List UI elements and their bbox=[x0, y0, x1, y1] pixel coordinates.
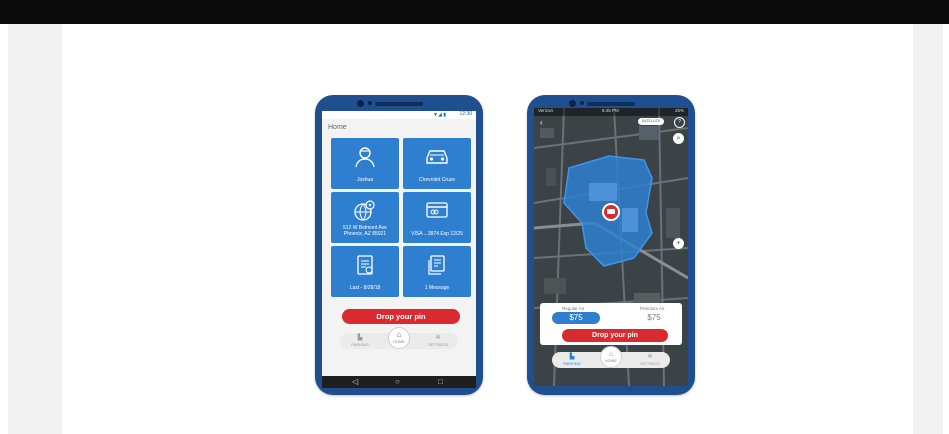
receipt-icon bbox=[357, 255, 373, 275]
tile-label: Last - 8/28/18 bbox=[349, 285, 381, 291]
home-icon: ⌂ bbox=[396, 330, 402, 339]
car-icon bbox=[426, 150, 448, 164]
price-panel: Regular Air Premium Air $75 $75 Drop you… bbox=[540, 303, 682, 345]
phone-home-screen: ▼◢ ▮ 12:30 Home Joshua Chevrolet Cruze 5… bbox=[315, 95, 483, 395]
gear-icon: ✲ bbox=[435, 335, 441, 341]
tile-address[interactable]: 512 W Belmont Ave Phoenix, AZ 85021 bbox=[331, 192, 399, 243]
drop-pin-button[interactable]: Drop your pin bbox=[562, 329, 668, 342]
recent-apps-icon[interactable]: □ bbox=[438, 377, 443, 386]
earpiece bbox=[587, 102, 635, 106]
status-bar: ▼◢ ▮ 12:30 bbox=[322, 111, 476, 119]
globe-pin-icon bbox=[354, 200, 375, 221]
nav-home[interactable]: ⌂ HOME bbox=[388, 327, 410, 349]
right-gutter bbox=[913, 24, 943, 434]
tile-label: Joshua bbox=[356, 177, 374, 183]
front-camera-icon bbox=[569, 100, 576, 107]
left-gutter bbox=[8, 24, 62, 434]
help-icon[interactable]: ? bbox=[674, 117, 685, 128]
tile-history[interactable]: Last - 8/28/18 bbox=[331, 246, 399, 297]
front-camera-icon bbox=[357, 100, 364, 107]
home-icon: ⌂ bbox=[608, 349, 614, 358]
carrier-label: Verizon bbox=[538, 108, 554, 113]
signal-battery-icon: ▼◢ ▮ bbox=[433, 112, 446, 118]
parking-icon: ▙ bbox=[357, 335, 363, 341]
earpiece bbox=[375, 102, 423, 106]
map-screen: Verizon 8:45 PM 25% ‹ SATELLITE ? ⌕ + Re… bbox=[534, 108, 688, 386]
home-screen: ▼◢ ▮ 12:30 Home Joshua Chevrolet Cruze 5… bbox=[322, 111, 476, 376]
price-option-selected[interactable]: $75 bbox=[552, 312, 600, 324]
page-title: Home bbox=[328, 124, 347, 131]
back-icon[interactable]: ◁ bbox=[352, 377, 358, 386]
tile-label: 1 Message bbox=[424, 285, 450, 291]
gear-icon: ✲ bbox=[647, 354, 653, 360]
tile-label: Chevrolet Cruze bbox=[418, 177, 456, 183]
map-type-toggle[interactable]: SATELLITE bbox=[638, 118, 664, 125]
back-arrow-icon[interactable]: ‹ bbox=[540, 118, 543, 127]
image-content-area bbox=[62, 24, 913, 434]
price-label: Premium Air bbox=[640, 306, 665, 311]
tile-vehicle[interactable]: Chevrolet Cruze bbox=[403, 138, 471, 189]
home-circle-icon[interactable]: ○ bbox=[395, 377, 400, 386]
nav-parking[interactable]: ▙ PARKING bbox=[562, 354, 582, 366]
tile-payment[interactable]: VISA ...3874 Exp 12/25 bbox=[403, 192, 471, 243]
phone-map-screen: Verizon 8:45 PM 25% ‹ SATELLITE ? ⌕ + Re… bbox=[527, 95, 695, 395]
tile-profile[interactable]: Joshua bbox=[331, 138, 399, 189]
person-icon bbox=[355, 147, 375, 168]
tile-label: 512 W Belmont Ave Phoenix, AZ 85021 bbox=[343, 225, 387, 237]
nav-settings[interactable]: ✲ SETTINGS bbox=[640, 354, 660, 366]
battery-level: 25% bbox=[674, 108, 684, 113]
message-icon bbox=[428, 255, 445, 275]
sensor-icon bbox=[580, 101, 584, 105]
car-pin-icon[interactable] bbox=[602, 203, 620, 221]
search-map-icon[interactable]: ⌕ bbox=[673, 133, 684, 144]
status-bar: Verizon 8:45 PM 25% bbox=[534, 108, 688, 116]
credit-card-icon bbox=[426, 202, 448, 218]
parking-icon: ▙ bbox=[569, 354, 575, 360]
browser-top-bar bbox=[0, 0, 949, 24]
nav-settings[interactable]: ✲ SETTINGS bbox=[428, 335, 448, 347]
tile-label: VISA ...3874 Exp 12/25 bbox=[411, 231, 463, 237]
tile-messages[interactable]: 1 Message bbox=[403, 246, 471, 297]
system-nav-bar: ◁ ○ □ bbox=[322, 376, 476, 388]
drop-pin-button[interactable]: Drop your pin bbox=[342, 309, 460, 324]
zoom-in-button[interactable]: + bbox=[673, 238, 684, 249]
nav-parking[interactable]: ▙ PARKING bbox=[350, 335, 370, 347]
nav-home[interactable]: ⌂ HOME bbox=[600, 346, 622, 368]
price-option[interactable]: $75 bbox=[634, 312, 674, 324]
status-time: 8:45 PM bbox=[602, 108, 619, 113]
sensor-icon bbox=[368, 101, 372, 105]
price-label: Regular Air bbox=[562, 306, 585, 311]
status-time: 12:30 bbox=[459, 111, 472, 117]
